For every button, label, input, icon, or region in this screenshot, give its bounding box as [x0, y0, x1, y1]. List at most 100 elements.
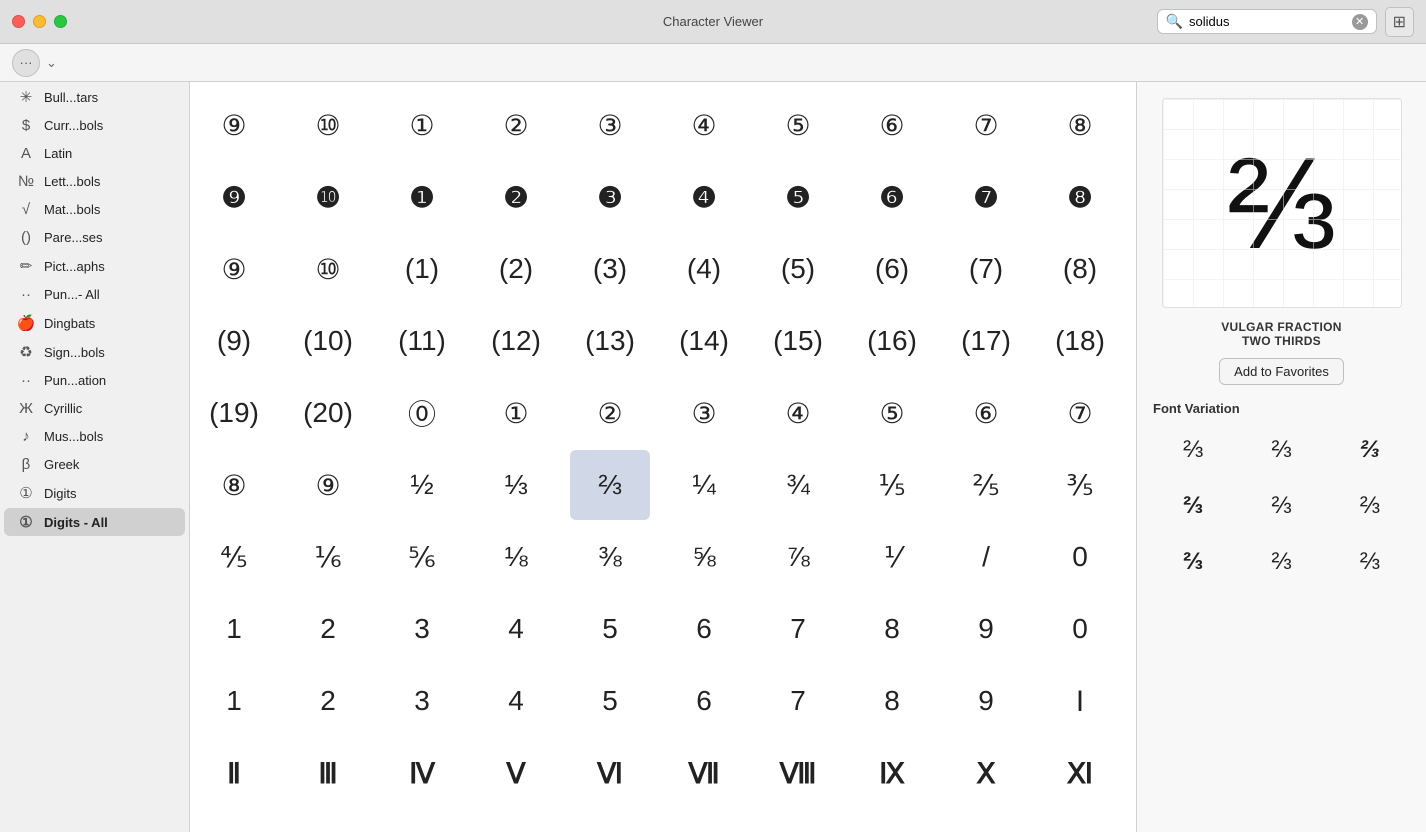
char-cell[interactable]: (9) — [194, 306, 274, 376]
sidebar-item-math[interactable]: √Mat...bols — [4, 196, 185, 223]
char-cell[interactable]: 7 — [758, 666, 838, 736]
char-cell[interactable]: 9 — [946, 666, 1026, 736]
char-cell[interactable]: ① — [476, 378, 556, 448]
font-variation-cell-6[interactable]: ⅔ — [1153, 538, 1233, 586]
char-cell[interactable]: ❶ — [382, 162, 462, 232]
sidebar-item-greek[interactable]: βGreek — [4, 451, 185, 478]
char-cell[interactable]: Ⅰ — [1040, 666, 1120, 736]
char-cell[interactable]: (2) — [476, 234, 556, 304]
char-cell[interactable]: Ⅺ — [1040, 738, 1120, 808]
char-cell[interactable]: ⑨ — [194, 90, 274, 160]
char-cell[interactable]: (1) — [382, 234, 462, 304]
char-cell[interactable]: ½ — [382, 450, 462, 520]
sidebar-item-pictographs[interactable]: ✏Pict...aphs — [4, 252, 185, 280]
char-cell[interactable]: ⅗ — [1040, 450, 1120, 520]
font-variation-cell-7[interactable]: ⅔ — [1241, 538, 1321, 586]
char-cell[interactable]: (8) — [1040, 234, 1120, 304]
char-cell[interactable]: ② — [476, 90, 556, 160]
char-cell[interactable]: Ⅵ — [570, 738, 650, 808]
char-cell[interactable]: ¾ — [758, 450, 838, 520]
char-cell[interactable]: ❷ — [476, 162, 556, 232]
char-cell[interactable]: 3 — [382, 594, 462, 664]
char-cell[interactable]: ⑤ — [758, 90, 838, 160]
char-cell[interactable]: ② — [570, 378, 650, 448]
char-cell[interactable]: (5) — [758, 234, 838, 304]
char-cell[interactable]: (11) — [382, 306, 462, 376]
char-cell[interactable]: Ⅲ — [288, 738, 368, 808]
char-cell[interactable]: Ⅹ — [946, 738, 1026, 808]
char-cell[interactable]: (12) — [476, 306, 556, 376]
ellipsis-button[interactable]: ··· — [12, 49, 40, 77]
char-cell[interactable]: ③ — [570, 90, 650, 160]
sidebar-item-latin[interactable]: ALatin — [4, 140, 185, 167]
char-cell[interactable]: ⅳ — [570, 810, 650, 832]
char-cell[interactable]: ❻ — [852, 162, 932, 232]
minimize-button[interactable] — [33, 15, 46, 28]
char-cell[interactable]: ❿ — [288, 162, 368, 232]
sidebar-item-punctuation-all[interactable]: ··Pun...- All — [4, 281, 185, 308]
font-variation-cell-0[interactable]: ⅔ — [1153, 426, 1233, 474]
char-cell[interactable]: ⑦ — [946, 90, 1026, 160]
char-cell[interactable]: 2 — [288, 666, 368, 736]
char-cell[interactable]: Ⅳ — [382, 738, 462, 808]
char-cell[interactable]: 7 — [758, 594, 838, 664]
char-cell[interactable]: ⅕ — [852, 450, 932, 520]
char-cell[interactable]: Ⅱ — [194, 738, 274, 808]
char-cell[interactable]: 1 — [194, 594, 274, 664]
char-cell[interactable]: ⅞ — [758, 522, 838, 592]
char-cell[interactable]: (3) — [570, 234, 650, 304]
char-cell[interactable]: ⑥ — [852, 90, 932, 160]
char-cell[interactable]: ⅶ — [852, 810, 932, 832]
font-variation-cell-5[interactable]: ⅔ — [1330, 482, 1410, 530]
char-cell[interactable]: 4 — [476, 666, 556, 736]
char-cell[interactable]: 8 — [852, 666, 932, 736]
char-cell[interactable]: Ⅴ — [476, 738, 556, 808]
char-cell[interactable]: (15) — [758, 306, 838, 376]
char-cell[interactable]: ❾ — [194, 162, 274, 232]
char-cell[interactable]: ⑦ — [1040, 378, 1120, 448]
char-cell[interactable]: ③ — [664, 378, 744, 448]
chevron-button[interactable]: ⌄ — [46, 55, 57, 71]
char-cell[interactable]: ⅙ — [288, 522, 368, 592]
char-cell[interactable]: (13) — [570, 306, 650, 376]
search-box[interactable]: 🔍 ✕ — [1157, 9, 1377, 34]
char-cell[interactable]: ⑩ — [288, 234, 368, 304]
font-variation-cell-4[interactable]: ⅔ — [1241, 482, 1321, 530]
clear-search-button[interactable]: ✕ — [1352, 14, 1368, 30]
char-cell[interactable]: 5 — [570, 594, 650, 664]
sidebar-item-letterlike[interactable]: №Lett...bols — [4, 168, 185, 195]
char-cell[interactable]: ⑩ — [288, 90, 368, 160]
char-cell[interactable]: ① — [382, 90, 462, 160]
maximize-button[interactable] — [54, 15, 67, 28]
char-cell[interactable]: 0 — [1040, 522, 1120, 592]
char-cell[interactable]: 3 — [382, 666, 462, 736]
char-cell[interactable]: (4) — [664, 234, 744, 304]
char-cell[interactable]: Ⅸ — [852, 738, 932, 808]
char-cell[interactable]: ⑧ — [1040, 90, 1120, 160]
char-cell[interactable]: 6 — [664, 594, 744, 664]
character-grid-container[interactable]: ⑨⑩①②③④⑤⑥⑦⑧❾❿❶❷❸❹❺❻❼❽⑨⑩(1)(2)(3)(4)(5)(6)… — [190, 82, 1136, 832]
char-cell[interactable]: 8 — [852, 594, 932, 664]
char-cell[interactable]: (16) — [852, 306, 932, 376]
char-cell[interactable]: (20) — [288, 378, 368, 448]
char-cell[interactable]: ⑥ — [946, 378, 1026, 448]
char-cell[interactable]: ⅸ — [1040, 810, 1120, 832]
char-cell[interactable]: ⅷ — [946, 810, 1026, 832]
sidebar-item-music[interactable]: ♪Mus...bols — [4, 423, 185, 450]
sidebar-item-signs[interactable]: ♻Sign...bols — [4, 338, 185, 366]
char-cell[interactable]: ❼ — [946, 162, 1026, 232]
font-variation-cell-3[interactable]: ⅔ — [1153, 482, 1233, 530]
char-cell[interactable]: ⅛ — [476, 522, 556, 592]
char-cell[interactable]: ⅝ — [664, 522, 744, 592]
char-cell[interactable]: 0 — [1040, 594, 1120, 664]
char-cell[interactable]: 5 — [570, 666, 650, 736]
char-cell[interactable]: (18) — [1040, 306, 1120, 376]
char-cell[interactable]: ⅘ — [194, 522, 274, 592]
char-cell[interactable]: 1 — [194, 666, 274, 736]
char-cell[interactable]: ⑧ — [194, 450, 274, 520]
char-cell[interactable]: ⅓ — [476, 450, 556, 520]
sidebar-item-parens[interactable]: ()Pare...ses — [4, 224, 185, 251]
sidebar-item-currency[interactable]: $Curr...bols — [4, 112, 185, 139]
char-cell[interactable]: ⅵ — [758, 810, 838, 832]
char-cell[interactable]: ⓪ — [382, 378, 462, 448]
